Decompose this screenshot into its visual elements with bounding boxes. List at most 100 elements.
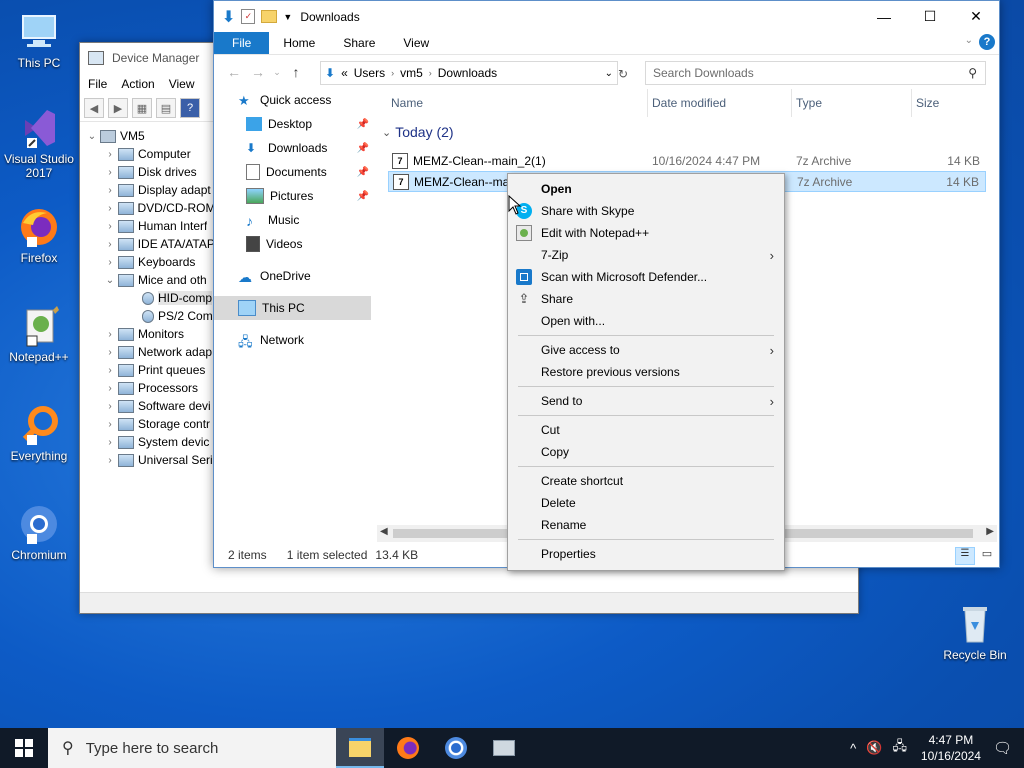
- nav-videos[interactable]: Videos: [214, 232, 371, 256]
- tree-item[interactable]: › Computer: [80, 145, 214, 163]
- search-input[interactable]: Search Downloads ⚲: [645, 61, 986, 85]
- taskbar-search-input[interactable]: ⚲ Type here to search: [48, 728, 336, 768]
- tree-item-selected[interactable]: HID-comp: [80, 289, 214, 307]
- taskbar-device-manager[interactable]: [480, 728, 528, 768]
- menu-item-create-shortcut[interactable]: Create shortcut: [508, 470, 784, 492]
- breadcrumb-downloads[interactable]: Downloads: [438, 66, 497, 80]
- tree-item[interactable]: › Network adap: [80, 343, 214, 361]
- address-bar[interactable]: ⬇ « Users › vm5 › Downloads ⌄: [320, 61, 618, 85]
- tab-home[interactable]: Home: [269, 32, 329, 54]
- menu-item-scan-defender[interactable]: Scan with Microsoft Defender...: [508, 266, 784, 288]
- column-size[interactable]: Size: [916, 96, 939, 110]
- properties-check-icon[interactable]: ✓: [241, 9, 256, 24]
- nav-downloads[interactable]: ⬇ Downloads 📌: [214, 136, 371, 160]
- explorer-titlebar[interactable]: ⬇ ✓ ▼ Downloads — ☐ ✕: [214, 1, 999, 32]
- nav-documents[interactable]: Documents 📌: [214, 160, 371, 184]
- network-icon[interactable]: 🖧: [892, 737, 907, 759]
- menu-item-send-to[interactable]: Send to ›: [508, 390, 784, 412]
- tree-item[interactable]: › Processors: [80, 379, 214, 397]
- tree-item[interactable]: PS/2 Com: [80, 307, 214, 325]
- tree-item[interactable]: › Human Interf: [80, 217, 214, 235]
- menu-item-share[interactable]: ⇪ Share: [508, 288, 784, 310]
- tree-item[interactable]: › Print queues: [80, 361, 214, 379]
- tray-overflow-icon[interactable]: ^: [850, 741, 856, 756]
- desktop-icon-recycle-bin[interactable]: Recycle Bin: [937, 602, 1013, 662]
- scroll-left-icon[interactable]: ◀: [380, 526, 388, 537]
- desktop-icon-chromium[interactable]: Chromium: [1, 502, 77, 562]
- menu-item-properties[interactable]: Properties: [508, 543, 784, 565]
- menu-item-cut[interactable]: Cut: [508, 419, 784, 441]
- tree-item[interactable]: › Keyboards: [80, 253, 214, 271]
- tab-view[interactable]: View: [389, 32, 443, 54]
- nav-this-pc[interactable]: This PC: [214, 296, 371, 320]
- desktop-icon-this-pc[interactable]: This PC: [1, 10, 77, 70]
- details-icon[interactable]: ▤: [156, 98, 176, 118]
- back-arrow-icon[interactable]: ←: [222, 64, 246, 80]
- ribbon-expand-icon[interactable]: ⌄: [965, 35, 973, 46]
- column-name[interactable]: Name: [391, 96, 423, 110]
- tree-item[interactable]: › Storage contr: [80, 415, 214, 433]
- details-view-icon[interactable]: ☰: [955, 547, 975, 565]
- new-folder-icon[interactable]: [261, 10, 278, 23]
- menu-item-rename[interactable]: Rename: [508, 514, 784, 536]
- large-icons-view-icon[interactable]: ▭: [979, 547, 995, 563]
- menu-item-edit-notepadpp[interactable]: Edit with Notepad++: [508, 222, 784, 244]
- menu-file[interactable]: File: [88, 77, 107, 91]
- forward-arrow-icon[interactable]: →: [246, 64, 270, 80]
- tree-item[interactable]: › Display adapt: [80, 181, 214, 199]
- help-icon[interactable]: ?: [180, 98, 200, 118]
- clock[interactable]: 4:47 PM 10/16/2024: [915, 732, 987, 764]
- tree-item[interactable]: › DVD/CD-ROM: [80, 199, 214, 217]
- desktop-icon-firefox[interactable]: Firefox: [1, 205, 77, 265]
- taskbar-file-explorer[interactable]: [336, 728, 384, 768]
- file-row[interactable]: 7 MEMZ-Clean--main_2(1) 10/16/2024 4:47 …: [388, 150, 986, 171]
- desktop-icon-everything[interactable]: Everything: [1, 403, 77, 463]
- qat-dropdown-icon[interactable]: ▼: [283, 12, 292, 22]
- tree-root[interactable]: ⌄ VM5: [80, 127, 214, 145]
- nav-music[interactable]: ♪ Music: [214, 208, 371, 232]
- nav-onedrive[interactable]: ☁ OneDrive: [214, 264, 371, 288]
- menu-view[interactable]: View: [169, 77, 195, 91]
- menu-item-copy[interactable]: Copy: [508, 441, 784, 463]
- start-button[interactable]: [0, 728, 48, 768]
- notifications-icon[interactable]: 🗨: [993, 739, 1012, 757]
- forward-arrow-icon[interactable]: ▶: [108, 98, 128, 118]
- help-icon[interactable]: ?: [979, 34, 995, 50]
- column-date-modified[interactable]: Date modified: [652, 96, 726, 110]
- minimize-button[interactable]: —: [861, 1, 907, 32]
- taskbar-firefox[interactable]: [384, 728, 432, 768]
- refresh-icon[interactable]: ↻: [618, 67, 628, 81]
- menu-item-open-with[interactable]: Open with...: [508, 310, 784, 332]
- tree-item[interactable]: › Monitors: [80, 325, 214, 343]
- tab-share[interactable]: Share: [329, 32, 389, 54]
- group-header-today[interactable]: ⌄ Today (2): [382, 124, 454, 140]
- menu-item-7zip[interactable]: 7-Zip ›: [508, 244, 784, 266]
- tree-item[interactable]: › Software devi: [80, 397, 214, 415]
- column-type[interactable]: Type: [796, 96, 822, 110]
- breadcrumb-vm5[interactable]: vm5: [400, 66, 423, 80]
- menu-action[interactable]: Action: [121, 77, 154, 91]
- maximize-button[interactable]: ☐: [907, 1, 953, 32]
- tree-item[interactable]: › Disk drives: [80, 163, 214, 181]
- menu-item-delete[interactable]: Delete: [508, 492, 784, 514]
- desktop-icon-visual-studio[interactable]: Visual Studio 2017: [1, 106, 77, 180]
- breadcrumb-users[interactable]: Users: [354, 66, 385, 80]
- menu-item-restore-previous[interactable]: Restore previous versions: [508, 361, 784, 383]
- up-arrow-icon[interactable]: ↑: [284, 64, 308, 80]
- nav-network[interactable]: 🖧 Network: [214, 328, 371, 352]
- tree-item[interactable]: › Universal Seri: [80, 451, 214, 469]
- menu-item-share-with-skype[interactable]: S Share with Skype: [508, 200, 784, 222]
- menu-item-give-access[interactable]: Give access to ›: [508, 339, 784, 361]
- menu-item-open[interactable]: Open: [508, 178, 784, 200]
- taskbar-chromium[interactable]: [432, 728, 480, 768]
- tab-file[interactable]: File: [214, 32, 270, 54]
- scroll-right-icon[interactable]: ▶: [986, 526, 994, 537]
- close-button[interactable]: ✕: [953, 1, 999, 32]
- nav-desktop[interactable]: Desktop 📌: [214, 112, 371, 136]
- volume-muted-icon[interactable]: 🔇: [866, 740, 882, 756]
- tree-item[interactable]: ⌄ Mice and oth: [80, 271, 214, 289]
- tree-item[interactable]: › System devic: [80, 433, 214, 451]
- tree-item[interactable]: › IDE ATA/ATAP: [80, 235, 214, 253]
- desktop-icon-notepadpp[interactable]: Notepad++: [1, 304, 77, 364]
- recent-dropdown-icon[interactable]: ⌄: [270, 67, 284, 78]
